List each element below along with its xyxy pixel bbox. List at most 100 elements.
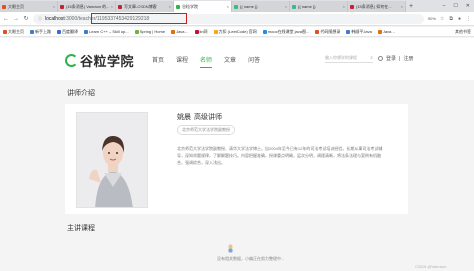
new-tab-button[interactable]: + xyxy=(406,1,416,12)
empty-state-text: 没有相关数据，小编正在努力整理中... xyxy=(217,256,285,261)
bookmark-item[interactable]: 新手上路 xyxy=(30,29,51,35)
tab-label: (15条消息) Vanraon 的... xyxy=(66,3,110,9)
bookmark-favicon-icon xyxy=(194,29,199,34)
zoom-level[interactable]: 90% xyxy=(428,16,436,21)
window-controls: – ☐ ✕ xyxy=(443,1,474,12)
bookmark-favicon-icon xyxy=(84,29,88,34)
bookmark-item[interactable]: Java… xyxy=(377,29,396,35)
login-link[interactable]: 登录 xyxy=(386,55,396,62)
bookmark-label: 代码随想录 xyxy=(320,28,341,34)
nav-item[interactable]: 课程 xyxy=(176,55,188,64)
bookmark-label: mooc在线课堂 java图... xyxy=(267,28,310,34)
tab-label: 大眼主页 xyxy=(8,3,24,9)
watermark: CSDN @Vanraon xyxy=(415,264,447,269)
search-placeholder: 输入你想学的课程 xyxy=(325,55,357,60)
nav-item[interactable]: 文章 xyxy=(224,55,236,64)
tab-favicon-icon xyxy=(234,4,238,9)
tab-close-icon[interactable]: × xyxy=(169,4,171,9)
tab-label: 谷粒学院 xyxy=(182,3,198,9)
register-link[interactable]: 注册 xyxy=(403,55,413,62)
logo-icon xyxy=(65,54,78,67)
bookmark-favicon-icon xyxy=(213,29,218,34)
teacher-photo-image xyxy=(77,113,147,207)
url-bar[interactable]: ⓘ localhost :3000 /teacher/ 119533745342… xyxy=(33,12,424,24)
bookmark-item[interactable]: Spring | Home xyxy=(134,29,166,35)
nav-item[interactable]: 问答 xyxy=(248,55,260,64)
bookmark-item[interactable]: 代码随想录 xyxy=(315,29,340,35)
close-window-icon[interactable]: ✕ xyxy=(466,1,470,12)
bookmark-label: 韩顺平Java xyxy=(351,28,372,34)
browser-tab[interactable]: (15条消息) Vanraon 的... × xyxy=(58,1,116,12)
nav-item[interactable]: 名师 xyxy=(200,55,213,68)
back-icon[interactable]: ← xyxy=(3,16,9,22)
bookmark-label: 新手上路 xyxy=(35,28,51,34)
tab-bar: 大眼主页 × (15条消息) Vanraon 的... × 写文章-CSDN博客 × 谷粒学… xyxy=(0,0,474,12)
section-title-teacher: 讲师介绍 xyxy=(67,90,95,97)
tab-favicon-icon xyxy=(350,4,354,9)
user-icon xyxy=(378,56,383,61)
bookmark-favicon-icon xyxy=(171,29,176,34)
bookmark-item[interactable]: 百度翻译 xyxy=(57,29,78,35)
maximize-icon[interactable]: ☐ xyxy=(453,1,457,12)
auth-links: 登录 | 注册 xyxy=(378,55,413,62)
address-row: ← → ↻ ⓘ localhost :3000 /teacher/ 119533… xyxy=(0,12,474,26)
bookmark-label: Spring | Home xyxy=(139,29,166,34)
tab-close-icon[interactable]: × xyxy=(285,4,287,9)
reload-icon[interactable]: ↻ xyxy=(23,15,29,22)
bookmark-item[interactable]: 大眼主页 xyxy=(3,29,24,35)
forward-icon[interactable]: → xyxy=(13,16,19,22)
bookmark-label: Learn C++ – Skill up... xyxy=(89,29,129,34)
bookmark-item[interactable]: Java… xyxy=(171,29,189,35)
bookmark-favicon-icon xyxy=(262,29,267,34)
browser-tab[interactable]: 写文章-CSDN博客 × xyxy=(116,1,174,12)
bookmark-favicon-icon xyxy=(134,29,139,34)
bookmark-label: 力扣 (LeetCode) 官网 xyxy=(218,28,257,34)
nav-item[interactable]: 首页 xyxy=(152,55,164,64)
tab-close-icon[interactable]: × xyxy=(111,4,113,9)
tab-favicon-icon xyxy=(60,4,64,9)
teacher-description: 北京师范大学法学院副教授、清华大学法学博士。自2004年至今已有12年的司法考试… xyxy=(177,146,383,165)
tab-close-icon[interactable]: × xyxy=(343,4,345,9)
bookmark-item[interactable]: lin网 xyxy=(194,29,208,35)
menu-icon[interactable]: ⋮ xyxy=(466,16,471,22)
bookmark-item[interactable]: 韩顺平Java xyxy=(346,28,372,35)
tab-close-icon[interactable]: × xyxy=(53,4,55,9)
minimize-icon[interactable]: – xyxy=(443,1,446,12)
bookmark-item[interactable]: Learn C++ – Skill up... xyxy=(84,29,129,35)
tab-label: (15条消息) 如何在... xyxy=(356,3,392,9)
bookmarks-bar: 大眼主页 新手上路 百度翻译 Learn C++ – Skill up... Sprin… xyxy=(0,27,474,37)
browser-tab[interactable]: (15条消息) 如何在... × xyxy=(348,1,406,12)
url-port: :3000 xyxy=(64,15,78,22)
browser-tab[interactable]: 大眼主页 × xyxy=(0,1,58,12)
bookmark-label: 百度翻译 xyxy=(62,28,78,34)
extensions-icon[interactable]: ⧉ xyxy=(449,16,453,22)
bookmark-label: Java… xyxy=(382,29,396,34)
tab-favicon-icon xyxy=(118,4,122,9)
browser-tab[interactable]: {{ name }} × xyxy=(232,1,290,12)
tab-label: 写文章-CSDN博客 xyxy=(124,3,157,9)
logo-text: 谷粒学院 xyxy=(80,54,135,69)
bookmark-favicon-icon xyxy=(30,29,34,34)
bookmark-favicon-icon xyxy=(3,29,7,34)
main-nav: 首页 课程 名师 文章 问答 xyxy=(152,55,260,68)
tab-close-icon[interactable]: × xyxy=(401,4,403,9)
url-host: localhost xyxy=(45,15,65,22)
browser-tab[interactable]: {{ name }} × xyxy=(290,1,348,12)
url-highlight-box xyxy=(91,12,187,24)
other-bookmarks[interactable]: 其他书签 xyxy=(455,29,471,35)
info-icon[interactable]: ⓘ xyxy=(38,16,42,22)
profile-icon[interactable]: ● xyxy=(458,16,461,22)
browser-tab[interactable]: 谷粒学院 × xyxy=(174,1,232,12)
bookmark-label: Java… xyxy=(176,29,189,34)
bookmark-item[interactable]: mooc在线课堂 java图... xyxy=(262,28,310,35)
bookmark-favicon-icon xyxy=(346,29,351,34)
site-logo[interactable]: 谷粒学院 xyxy=(65,51,134,70)
teacher-title: 高级讲师 xyxy=(194,114,222,121)
teacher-name-line: 姚晨 高级讲师 xyxy=(177,112,222,122)
star-icon[interactable]: ☆ xyxy=(440,16,444,22)
search-input[interactable]: 输入你想学的课程 ⌕ xyxy=(325,54,373,63)
tab-favicon-icon xyxy=(292,4,296,9)
bookmark-item[interactable]: 力扣 (LeetCode) 官网 xyxy=(213,28,257,35)
tab-close-icon[interactable]: × xyxy=(227,4,229,9)
search-icon[interactable]: ⌕ xyxy=(370,55,373,61)
